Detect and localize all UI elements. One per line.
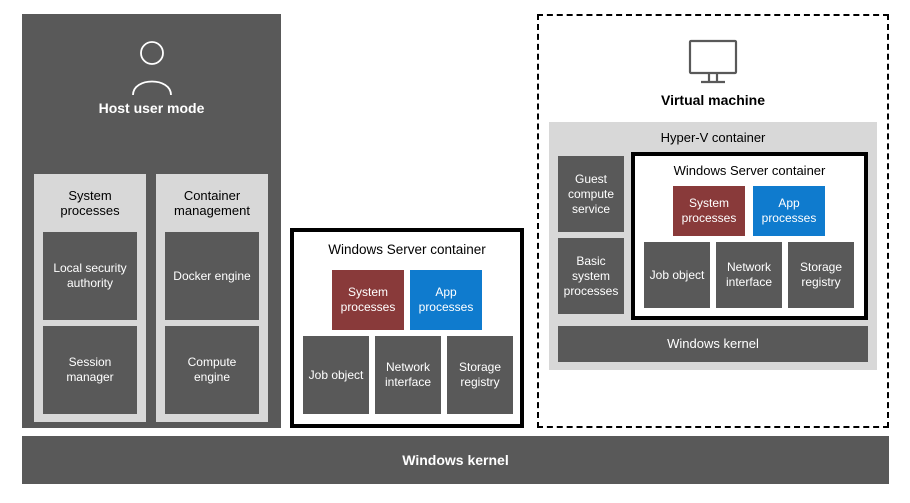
tile-guest-compute-service: Guest compute service (558, 156, 624, 232)
diagram-canvas: Host user mode System processes Local se… (0, 0, 910, 503)
tile-session-manager: Session manager (43, 326, 137, 414)
container-management-header: Container management (156, 174, 268, 228)
windows-server-container-panel: Windows Server container System processe… (290, 228, 524, 428)
tile-storage-registry: Storage registry (447, 336, 513, 414)
nested-tile-app-processes: App processes (753, 186, 825, 236)
tile-app-processes: App processes (410, 270, 482, 330)
system-processes-card: System processes Local security authorit… (34, 174, 146, 422)
vm-title: Virtual machine (539, 92, 887, 108)
monitor-icon (687, 38, 739, 86)
container-management-card: Container management Docker engine Compu… (156, 174, 268, 422)
tile-network-interface: Network interface (375, 336, 441, 414)
tile-job-object: Job object (303, 336, 369, 414)
tile-basic-system-processes: Basic system processes (558, 238, 624, 314)
tile-local-security-authority: Local security authority (43, 232, 137, 320)
nested-tile-network-interface: Network interface (716, 242, 782, 308)
hv-title: Hyper-V container (549, 122, 877, 145)
nested-wsc-panel: Windows Server container System processe… (631, 152, 868, 320)
person-icon (129, 40, 175, 96)
host-user-mode-panel: Host user mode System processes Local se… (22, 14, 281, 428)
system-processes-header: System processes (34, 174, 146, 228)
nested-tile-system-processes: System processes (673, 186, 745, 236)
host-title: Host user mode (22, 100, 281, 116)
nested-tile-job-object: Job object (644, 242, 710, 308)
tile-docker-engine: Docker engine (165, 232, 259, 320)
wsc-title: Windows Server container (294, 232, 520, 257)
tile-system-processes: System processes (332, 270, 404, 330)
nested-tile-storage-registry: Storage registry (788, 242, 854, 308)
tile-vm-windows-kernel: Windows kernel (558, 326, 868, 362)
tile-compute-engine: Compute engine (165, 326, 259, 414)
hyperv-container-panel: Hyper-V container Guest compute service … (549, 122, 877, 370)
windows-kernel-bar: Windows kernel (22, 436, 889, 484)
virtual-machine-panel: Virtual machine Hyper-V container Guest … (537, 14, 889, 428)
nested-wsc-title: Windows Server container (635, 156, 864, 178)
